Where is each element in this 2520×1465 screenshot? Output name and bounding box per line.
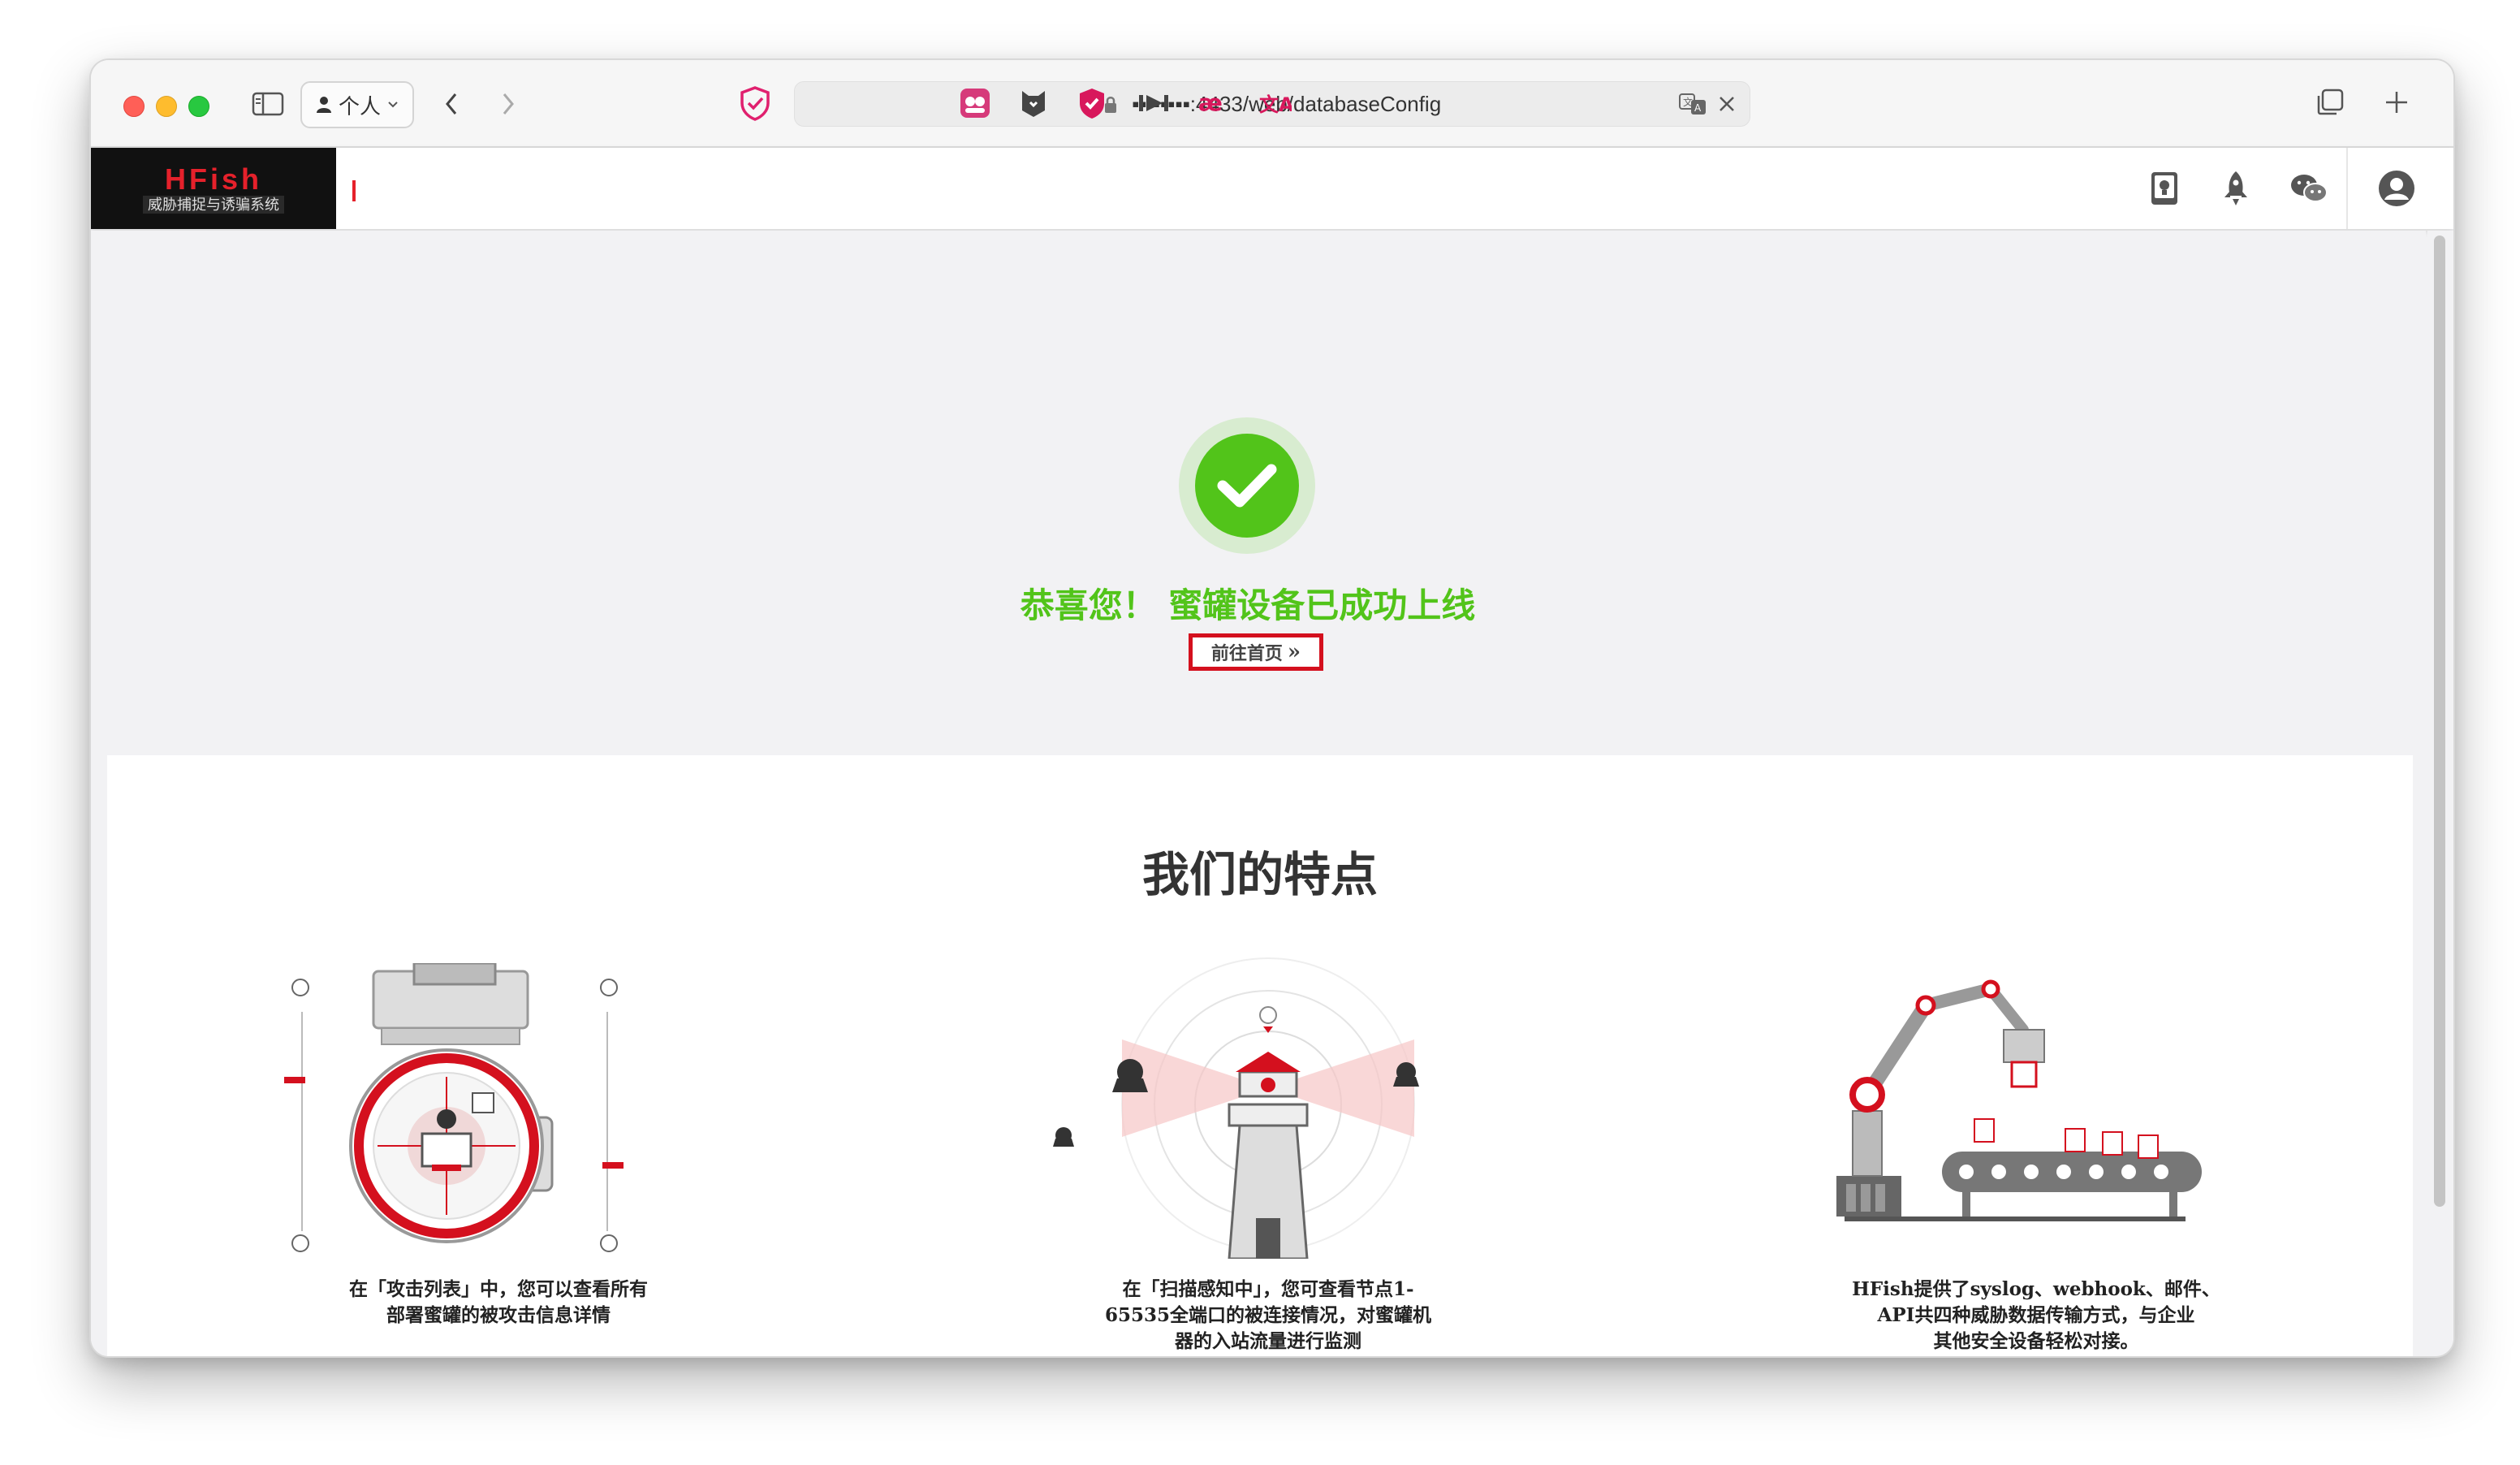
feature-3-text: HFish提供了syslog、webhook、邮件、 API共四种威胁数据传输方… xyxy=(1841,1277,2231,1355)
feature-3-line-1: HFish提供了syslog、webhook、邮件、 xyxy=(1852,1278,2220,1300)
browser-window: 个人 ▪︎▪︎ ▪︎▪︎▪︎▪︎▪︎:4433/web/databaseConf… xyxy=(91,60,2453,1356)
zoom-window-button[interactable] xyxy=(188,96,209,117)
tab-overview-icon[interactable] xyxy=(2312,84,2348,120)
success-title: 恭喜您！ 蜜罐设备已成功上线 xyxy=(1020,586,1476,625)
app-logo[interactable]: HFish 威胁捕捉与诱骗系统 xyxy=(91,148,336,229)
go-home-label: 前往首页 xyxy=(1210,643,1283,664)
minimize-window-button[interactable] xyxy=(156,96,177,117)
feature-1-line-1: 在「攻击列表」中，您可以查看所有 xyxy=(349,1278,648,1300)
back-button[interactable] xyxy=(435,86,468,122)
extension-4-icon[interactable] xyxy=(1137,86,1171,120)
scan-perception-illustration xyxy=(1053,957,1419,1259)
feature-2-line-2: 65535全端口的被连接情况，对蜜罐机 xyxy=(1104,1304,1432,1326)
translate-icon[interactable]: 文A xyxy=(1676,90,1709,118)
profile-selector[interactable]: 个人 xyxy=(300,81,414,128)
feature-1-text: 在「攻击列表」中，您可以查看所有 部署蜜罐的被攻击信息详情 xyxy=(328,1277,669,1329)
close-icon[interactable] xyxy=(1712,90,1741,118)
extension-5-icon[interactable]: æ xyxy=(1197,86,1231,120)
nav-indicator xyxy=(352,180,356,201)
page-content: 恭喜您！ 蜜罐设备已成功上线 前往首页 » 我们的特点 在「攻击列表」中，您可以… xyxy=(91,231,2426,1356)
scrollbar-thumb[interactable] xyxy=(2434,236,2445,1207)
feature-2-line-1: 在「扫描感知中」，您可查看节点1- xyxy=(1122,1278,1414,1300)
go-home-button[interactable]: 前往首页 » xyxy=(1189,633,1323,671)
logo-subtitle: 威胁捕捉与诱骗系统 xyxy=(143,196,284,214)
header-divider xyxy=(2346,148,2348,229)
feature-2-text: 在「扫描感知中」，您可查看节点1- 65535全端口的被连接情况，对蜜罐机 器的… xyxy=(1081,1277,1455,1355)
attack-list-illustration xyxy=(284,963,624,1252)
feature-3-line-3: 其他安全设备轻松对接。 xyxy=(1933,1330,2139,1352)
extension-2-icon[interactable] xyxy=(1016,86,1051,120)
close-window-button[interactable] xyxy=(123,96,145,117)
avatar-icon[interactable] xyxy=(2374,166,2419,211)
logo-title: HFish xyxy=(164,162,262,196)
rocket-icon[interactable] xyxy=(2213,166,2259,211)
chevron-right-icon xyxy=(503,93,514,115)
feature-3-line-2: API共四种威胁数据传输方式，与企业 xyxy=(1877,1304,2195,1326)
svg-text:文A: 文A xyxy=(1259,93,1292,116)
svg-text:æ: æ xyxy=(1198,91,1223,115)
privacy-shield-icon[interactable] xyxy=(737,84,773,122)
sidebar-toggle-icon[interactable] xyxy=(250,89,286,119)
chevron-left-icon xyxy=(446,93,457,115)
feature-1-line-2: 部署蜜罐的被攻击信息详情 xyxy=(386,1304,611,1326)
extension-6-icon[interactable]: 文A xyxy=(1258,86,1292,120)
extension-3-icon[interactable] xyxy=(1075,86,1109,120)
feature-2-line-3: 器的入站流量进行监测 xyxy=(1175,1330,1361,1352)
double-chevron-icon: » xyxy=(1287,640,1301,664)
svg-text:A: A xyxy=(1694,102,1702,114)
check-icon xyxy=(1195,434,1299,538)
app-header: HFish 威胁捕捉与诱骗系统 xyxy=(91,148,2453,229)
new-tab-icon[interactable] xyxy=(2379,84,2414,120)
browser-toolbar: 个人 ▪︎▪︎ ▪︎▪︎▪︎▪︎▪︎:4433/web/databaseConf… xyxy=(91,60,2453,148)
person-icon xyxy=(316,97,331,113)
profile-label: 个人 xyxy=(338,93,381,119)
wechat-icon[interactable] xyxy=(2286,166,2332,211)
forward-button[interactable] xyxy=(492,86,524,122)
chevron-down-icon xyxy=(388,102,398,108)
extension-1-icon[interactable] xyxy=(958,86,992,120)
docs-icon[interactable] xyxy=(2142,166,2187,211)
features-title: 我们的特点 xyxy=(1141,847,1378,902)
data-transfer-illustration xyxy=(1836,979,2202,1221)
features-section: 我们的特点 在「攻击列表」中，您可以查看所有 部署蜜罐的被攻击信息详情 在「扫描… xyxy=(107,755,2413,1356)
